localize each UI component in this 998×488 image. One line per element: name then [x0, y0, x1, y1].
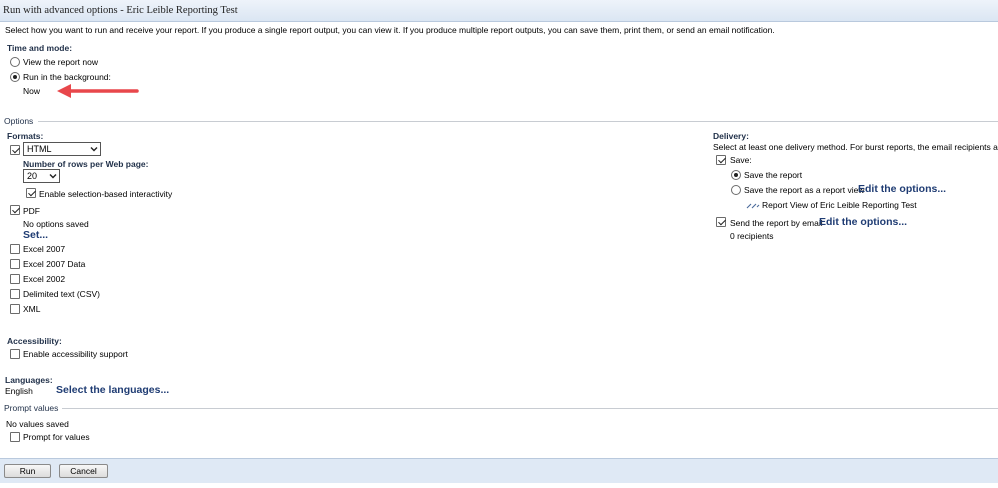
formats-heading: Formats:	[7, 131, 44, 141]
prompt-values-label: Prompt for values	[23, 432, 90, 442]
excel2007-checkbox[interactable]	[10, 244, 20, 254]
save-report-radio[interactable]	[731, 170, 741, 180]
rows-per-page-select[interactable]: 20	[23, 169, 60, 183]
time-mode-heading: Time and mode:	[7, 43, 73, 53]
save-report-view-label: Save the report as a report view	[744, 185, 865, 195]
save-checkbox[interactable]	[716, 155, 726, 165]
cancel-button[interactable]: Cancel	[59, 464, 108, 478]
select-languages-link[interactable]: Select the languages...	[56, 384, 169, 396]
dialog-footer: Run Cancel	[0, 458, 998, 483]
email-edit-options-link[interactable]: Edit the options...	[819, 216, 907, 228]
excel2007data-checkbox[interactable]	[10, 259, 20, 269]
excel2007-label: Excel 2007	[23, 244, 66, 254]
prompt-values-checkbox[interactable]	[10, 432, 20, 442]
rows-per-page-label: Number of rows per Web page:	[23, 159, 149, 169]
save-edit-options-link[interactable]: Edit the options...	[858, 183, 946, 195]
selection-interactivity-label: Enable selection-based interactivity	[39, 189, 173, 199]
dialog-title: Run with advanced options - Eric Leible …	[3, 5, 238, 16]
run-time-value: Now	[23, 86, 41, 96]
pdf-options-status: No options saved	[23, 219, 89, 229]
send-email-label: Send the report by email	[730, 218, 823, 228]
prompt-values-status: No values saved	[6, 419, 69, 429]
csv-checkbox[interactable]	[10, 289, 20, 299]
run-background-label: Run in the background:	[23, 72, 111, 82]
view-now-radio[interactable]	[10, 57, 20, 67]
recipients-count: 0 recipients	[730, 231, 774, 241]
pdf-checkbox[interactable]	[10, 205, 20, 215]
red-arrow-annotation-icon	[57, 84, 139, 98]
delivery-description: Select at least one delivery method. For…	[713, 142, 998, 152]
prompt-values-heading: Prompt values	[4, 403, 59, 413]
languages-heading: Languages:	[5, 375, 53, 385]
html-format-checkbox[interactable]	[10, 145, 20, 155]
excel2007data-label: Excel 2007 Data	[23, 259, 86, 269]
save-report-view-radio[interactable]	[731, 185, 741, 195]
delivery-heading: Delivery:	[713, 131, 749, 141]
accessibility-checkbox[interactable]	[10, 349, 20, 359]
pdf-label: PDF	[23, 206, 40, 216]
chevron-down-icon	[49, 174, 57, 179]
rows-per-page-value: 20	[27, 171, 38, 181]
html-format-value: HTML	[27, 144, 52, 154]
xml-checkbox[interactable]	[10, 304, 20, 314]
excel2002-checkbox[interactable]	[10, 274, 20, 284]
selection-interactivity-checkbox[interactable]	[26, 188, 36, 198]
languages-value: English	[5, 386, 33, 396]
accessibility-label: Enable accessibility support	[23, 349, 128, 359]
save-label: Save:	[730, 155, 752, 165]
view-now-label: View the report now	[23, 57, 98, 67]
intro-text: Select how you want to run and receive y…	[5, 25, 775, 35]
excel2002-label: Excel 2002	[23, 274, 66, 284]
csv-label: Delimited text (CSV)	[23, 289, 100, 299]
run-button[interactable]: Run	[4, 464, 51, 478]
pdf-set-link[interactable]: Set...	[23, 229, 48, 241]
report-view-icon	[746, 203, 760, 209]
html-format-select[interactable]: HTML	[23, 142, 101, 156]
chevron-down-icon	[90, 147, 98, 152]
send-email-checkbox[interactable]	[716, 217, 726, 227]
report-view-name: Report View of Eric Leible Reporting Tes…	[762, 200, 917, 210]
save-report-label: Save the report	[744, 170, 803, 180]
xml-label: XML	[23, 304, 41, 314]
options-heading: Options	[4, 116, 34, 126]
dialog-title-bar: Run with advanced options - Eric Leible …	[0, 0, 998, 22]
prompt-divider	[62, 408, 998, 409]
options-divider	[38, 121, 998, 122]
run-background-radio[interactable]	[10, 72, 20, 82]
accessibility-heading: Accessibility:	[7, 336, 62, 346]
